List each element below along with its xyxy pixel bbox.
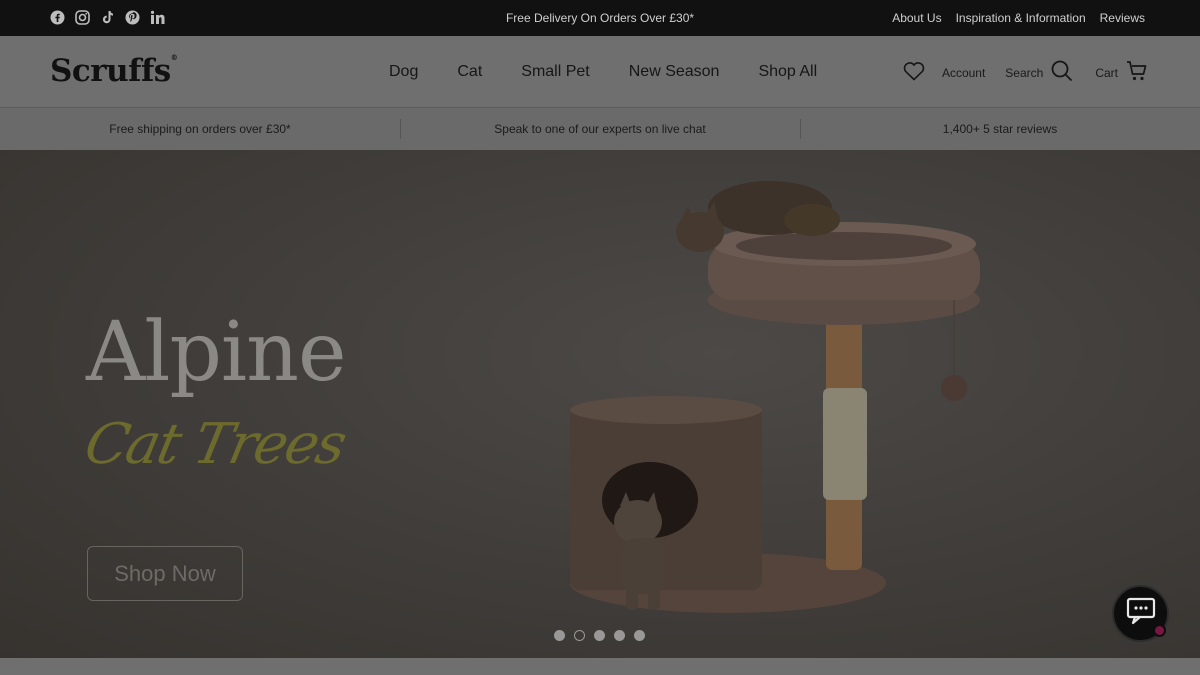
hero-banner[interactable]: Alpine Cat Trees Shop Now [0, 150, 1200, 658]
cart-button[interactable]: Cart [1095, 60, 1148, 85]
slide-dot-4[interactable] [614, 630, 625, 641]
search-label: Search [1005, 65, 1044, 80]
about-us-link[interactable]: About Us [892, 11, 941, 25]
nav-shop-all[interactable]: Shop All [758, 63, 817, 81]
nav-dog[interactable]: Dog [389, 63, 418, 81]
page-bottom-strip [0, 658, 1200, 675]
header-utilities: Account Search Cart [903, 60, 1148, 85]
site-header: Scruffs® Dog Cat Small Pet New Season Sh… [0, 36, 1200, 108]
logo[interactable]: Scruffs® [50, 53, 178, 89]
shop-now-button[interactable]: Shop Now [87, 546, 243, 601]
wishlist-heart-icon[interactable] [903, 61, 925, 84]
nav-small-pet[interactable]: Small Pet [521, 63, 589, 81]
top-links: About Us Inspiration & Information Revie… [892, 11, 1145, 25]
usp-strip: Free shipping on orders over £30* Speak … [0, 108, 1200, 150]
inspiration-link[interactable]: Inspiration & Information [956, 11, 1086, 25]
live-chat-button[interactable] [1112, 585, 1169, 642]
cart-icon [1126, 60, 1148, 85]
slide-dot-3[interactable] [594, 630, 605, 641]
slide-dot-2[interactable] [574, 630, 585, 641]
usp-live-chat: Speak to one of our experts on live chat [400, 108, 800, 150]
account-link[interactable]: Account [942, 66, 985, 80]
nav-new-season[interactable]: New Season [629, 63, 720, 81]
reviews-link[interactable]: Reviews [1100, 11, 1145, 25]
search-button[interactable]: Search [1005, 60, 1073, 85]
search-icon [1051, 60, 1073, 85]
nav-cat[interactable]: Cat [457, 63, 482, 81]
slide-dot-1[interactable] [554, 630, 565, 641]
main-nav: Dog Cat Small Pet New Season Shop All [389, 63, 817, 81]
account-label: Account [941, 65, 986, 80]
hero-subtitle: Cat Trees [79, 412, 351, 477]
slide-indicators [554, 630, 645, 641]
notification-badge [1153, 624, 1166, 637]
chat-bubble-icon [1126, 597, 1156, 630]
hero-title: Alpine [86, 305, 346, 400]
cart-label: Cart [1095, 65, 1118, 80]
registered-mark: ® [170, 53, 178, 62]
slide-dot-5[interactable] [634, 630, 645, 641]
usp-shipping: Free shipping on orders over £30* [109, 122, 291, 136]
announcement-bar: Free Delivery On Orders Over £30* About … [0, 0, 1200, 36]
logo-text: Scruffs [50, 53, 171, 89]
usp-reviews: 1,400+ 5 star reviews [800, 108, 1200, 150]
